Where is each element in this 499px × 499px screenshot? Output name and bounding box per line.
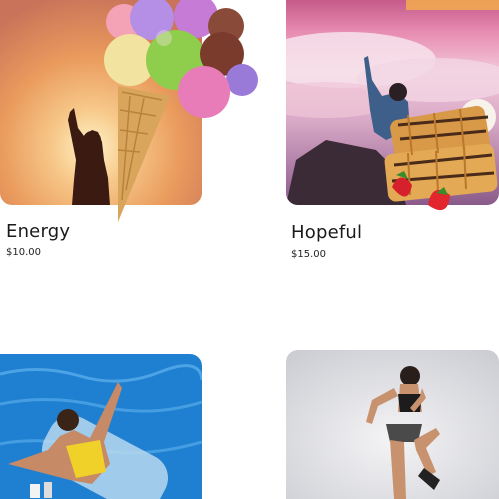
product-title[interactable]: Energy <box>6 221 70 242</box>
ice-cream-cone-icon <box>104 0 258 222</box>
product-card-exercise[interactable] <box>286 350 499 499</box>
waffles-with-strawberries-icon <box>384 99 498 211</box>
product-card-energy[interactable]: Energy $10.00 <box>0 0 258 270</box>
product-card-hopeful[interactable]: Hopeful $15.00 <box>286 0 499 270</box>
exercise-illustration <box>286 350 499 499</box>
product-price: $10.00 <box>6 247 41 258</box>
product-image-pool[interactable] <box>0 354 202 499</box>
product-card-pool[interactable] <box>0 354 202 499</box>
product-price: $15.00 <box>291 249 326 260</box>
pool-float-illustration <box>0 354 202 499</box>
product-image-exercise[interactable] <box>286 350 499 499</box>
product-title[interactable]: Hopeful <box>291 222 362 243</box>
